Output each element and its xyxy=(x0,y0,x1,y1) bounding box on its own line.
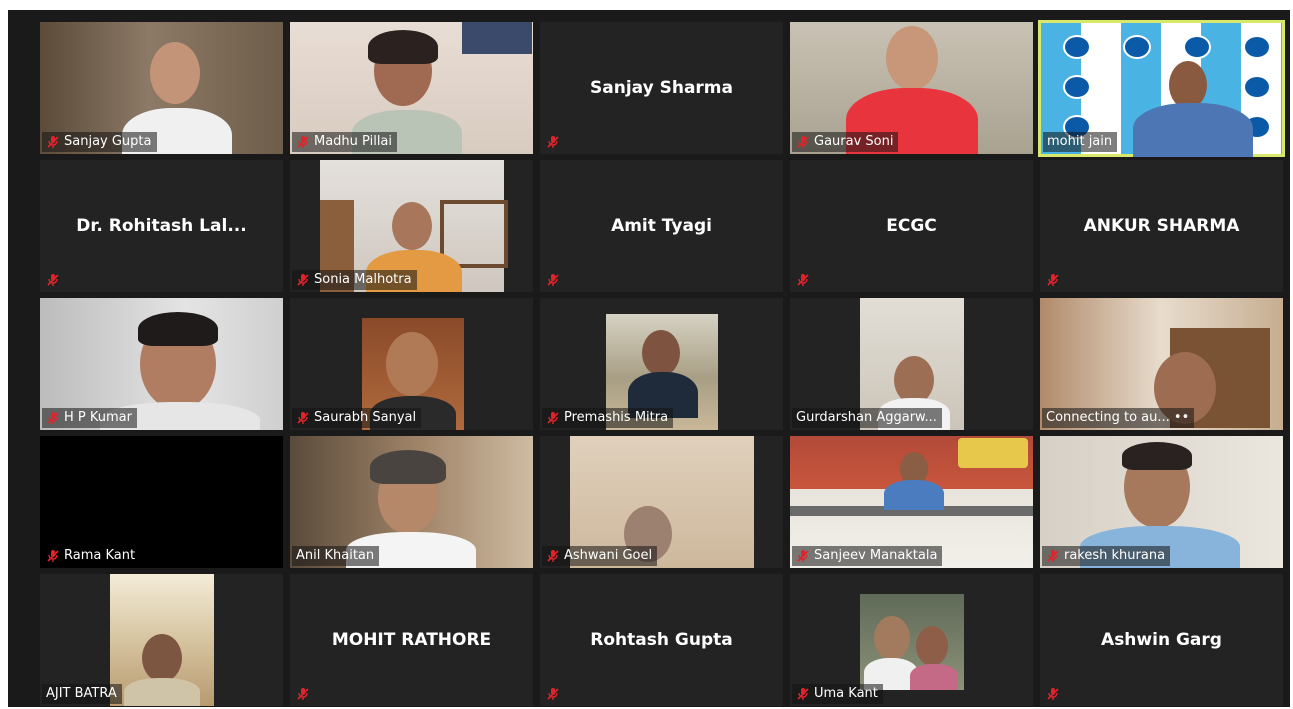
participant-name: Premashis Mitra xyxy=(564,410,669,425)
participant-name: Sanjay Gupta xyxy=(64,134,152,149)
participant-name: Amit Tyagi xyxy=(611,216,712,236)
participant-tile[interactable]: Sanjay Sharma xyxy=(540,22,783,154)
participant-tile[interactable]: Ashwani Goel xyxy=(540,436,783,568)
participant-label: Gurdarshan Aggarw... xyxy=(792,408,942,428)
muted-microphone-icon xyxy=(797,688,809,700)
participant-name: AJIT BATRA xyxy=(46,686,117,701)
participant-name: Ashwin Garg xyxy=(1101,630,1222,650)
participant-label: Sonia Malhotra xyxy=(292,270,417,290)
participant-tile[interactable]: Dr. Rohitash Lal... xyxy=(40,160,283,292)
participant-label: Ashwani Goel xyxy=(542,546,658,566)
muted-microphone-icon xyxy=(47,136,59,148)
video-feed xyxy=(110,574,214,706)
participant-tile[interactable]: Saurabh Sanyal xyxy=(290,298,533,430)
participant-name: mohit jain xyxy=(1047,134,1113,149)
participant-name: ANKUR SHARMA xyxy=(1083,216,1240,236)
participant-tile[interactable]: Connecting to au... •• xyxy=(1040,298,1283,430)
participant-label: Rama Kant xyxy=(42,546,140,566)
participant-label: Gaurav Soni xyxy=(792,132,899,152)
participant-tile[interactable]: Ashwin Garg xyxy=(1040,574,1283,706)
participant-tile[interactable]: Sanjeev Manaktala xyxy=(790,436,1033,568)
participant-label: Anil Khaitan xyxy=(292,546,380,566)
participant-name: MOHIT RATHORE xyxy=(331,630,492,650)
muted-microphone-icon xyxy=(297,688,309,700)
muted-microphone-icon xyxy=(547,688,559,700)
participant-tile[interactable]: Madhu Pillai xyxy=(290,22,533,154)
participant-name: Rohtash Gupta xyxy=(590,630,733,650)
muted-microphone-icon xyxy=(47,412,59,424)
participant-label: AJIT BATRA xyxy=(42,684,122,704)
participant-label: Saurabh Sanyal xyxy=(292,408,422,428)
muted-microphone-icon xyxy=(297,136,309,148)
participant-name: ECGC xyxy=(886,216,937,236)
participant-name: rakesh khurana xyxy=(1064,548,1166,563)
participant-tile[interactable]: Amit Tyagi xyxy=(540,160,783,292)
muted-microphone-icon xyxy=(547,550,559,562)
participant-label: Sanjay Gupta xyxy=(42,132,157,152)
muted-microphone-icon xyxy=(47,550,59,562)
participant-name: Sanjeev Manaktala xyxy=(814,548,938,563)
participant-name: Madhu Pillai xyxy=(314,134,393,149)
participant-label: Uma Kant xyxy=(792,684,883,704)
participant-label: Sanjeev Manaktala xyxy=(792,546,943,566)
participant-label: Connecting to au... •• xyxy=(1042,408,1195,428)
participant-label: Madhu Pillai xyxy=(292,132,398,152)
participant-tile[interactable]: Gaurav Soni xyxy=(790,22,1033,154)
participant-name: Rama Kant xyxy=(64,548,136,563)
participant-tile[interactable]: Gurdarshan Aggarw... xyxy=(790,298,1033,430)
muted-microphone-icon xyxy=(297,274,309,286)
muted-microphone-icon xyxy=(1047,550,1059,562)
participant-tile[interactable]: Sanjay Gupta xyxy=(40,22,283,154)
participant-tile[interactable]: Premashis Mitra xyxy=(540,298,783,430)
participant-name: H P Kumar xyxy=(64,410,132,425)
muted-microphone-icon xyxy=(797,136,809,148)
participant-tile[interactable]: Sonia Malhotra xyxy=(290,160,533,292)
participant-tile[interactable]: AJIT BATRA xyxy=(40,574,283,706)
muted-microphone-icon xyxy=(547,412,559,424)
participant-label: Premashis Mitra xyxy=(542,408,674,428)
participant-tile[interactable]: Uma Kant xyxy=(790,574,1033,706)
muted-microphone-icon xyxy=(547,136,559,148)
participant-tile[interactable]: Rohtash Gupta xyxy=(540,574,783,706)
muted-microphone-icon xyxy=(297,412,309,424)
gallery-view: Sanjay Gupta Madhu Pillai Sanjay Sharma … xyxy=(8,10,1290,707)
participant-tile[interactable]: rakesh khurana xyxy=(1040,436,1283,568)
participant-tile[interactable]: MOHIT RATHORE xyxy=(290,574,533,706)
participant-tile-active-speaker[interactable]: mohit jain xyxy=(1038,20,1285,157)
participant-name: Gurdarshan Aggarw... xyxy=(796,410,937,425)
participant-tile[interactable]: Rama Kant xyxy=(40,436,283,568)
participant-name: Sanjay Sharma xyxy=(590,78,733,98)
participant-name: Anil Khaitan xyxy=(296,548,375,563)
participant-name: Gaurav Soni xyxy=(814,134,894,149)
participant-label: H P Kumar xyxy=(42,408,137,428)
participant-tile[interactable]: ANKUR SHARMA xyxy=(1040,160,1283,292)
muted-microphone-icon xyxy=(1047,274,1059,286)
muted-microphone-icon xyxy=(547,274,559,286)
participant-name: Saurabh Sanyal xyxy=(314,410,417,425)
muted-microphone-icon xyxy=(797,274,809,286)
participant-name: Dr. Rohitash Lal... xyxy=(76,216,247,236)
participant-label: rakesh khurana xyxy=(1042,546,1171,566)
participant-name: Sonia Malhotra xyxy=(314,272,412,287)
participant-tile[interactable]: Anil Khaitan xyxy=(290,436,533,568)
participant-name: Uma Kant xyxy=(814,686,878,701)
muted-microphone-icon xyxy=(47,274,59,286)
participant-tile[interactable]: ECGC xyxy=(790,160,1033,292)
participant-tile[interactable]: H P Kumar xyxy=(40,298,283,430)
participant-name: Connecting to au... •• xyxy=(1046,410,1190,425)
muted-microphone-icon xyxy=(1047,688,1059,700)
participant-name: Ashwani Goel xyxy=(564,548,653,563)
video-feed xyxy=(860,594,964,690)
participant-label: mohit jain xyxy=(1043,132,1118,152)
muted-microphone-icon xyxy=(797,550,809,562)
